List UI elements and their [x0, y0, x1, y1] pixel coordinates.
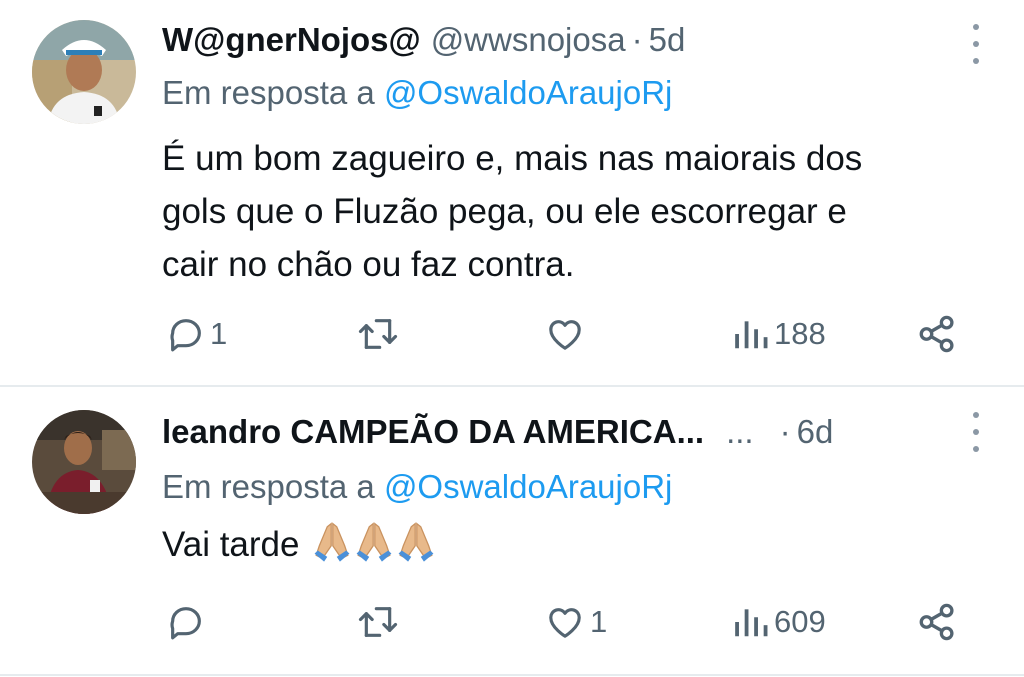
tweet-header: leandro CAMPEÃO DA AMERICA... ... · 6d	[162, 410, 833, 454]
user-handle[interactable]: ...	[726, 413, 754, 451]
reply-button[interactable]: 1	[166, 309, 227, 359]
retweet-button[interactable]	[356, 597, 404, 647]
view-count: 609	[774, 604, 826, 639]
like-count: 1	[590, 604, 608, 639]
display-name[interactable]: leandro CAMPEÃO DA AMERICA...	[162, 413, 704, 451]
timestamp[interactable]: 5d	[649, 21, 686, 59]
action-bar: 1 609	[0, 597, 1024, 647]
like-button[interactable]: 1	[544, 597, 607, 647]
heart-icon	[544, 314, 586, 354]
display-name[interactable]: W@gnerNojos@	[162, 21, 421, 59]
avatar[interactable]	[32, 20, 136, 124]
share-icon	[916, 601, 958, 643]
speech-bubble-icon	[166, 602, 206, 642]
tweet-text-line: gols que o Fluzão pega, ou ele escorrega…	[162, 192, 847, 231]
folded-hands-emoji	[313, 520, 351, 577]
tweet-text-line: É um bom zagueiro e, mais nas maiorais d…	[162, 139, 863, 178]
reply-mention-link[interactable]: @OswaldoAraujoRj	[384, 468, 672, 505]
reply-context: Em resposta a @OswaldoAraujoRj	[162, 74, 672, 112]
separator: ·	[631, 21, 643, 58]
timestamp[interactable]: 6d	[797, 413, 834, 451]
folded-hands-emoji	[355, 520, 393, 577]
tweet-text-line: cair no chão ou faz contra.	[162, 245, 575, 284]
folded-hands-emoji	[397, 520, 435, 577]
tweet-text: É um bom zagueiro e, mais nas maiorais d…	[162, 132, 982, 291]
reply-button[interactable]	[166, 597, 210, 647]
tweet-divider	[0, 674, 1024, 676]
tweet-header: W@gnerNojos@ @wwsnojosa · 5d	[162, 18, 685, 62]
action-bar: 1 188	[0, 309, 1024, 359]
vertical-dots-icon[interactable]	[972, 24, 980, 64]
reply-prefix: Em resposta a	[162, 468, 375, 505]
retweet-icon	[356, 314, 400, 354]
tweet-text: Vai tarde	[162, 518, 982, 577]
user-handle[interactable]: @wwsnojosa	[431, 21, 626, 59]
views-button[interactable]: 188	[732, 309, 826, 359]
tweet[interactable]: W@gnerNojos@ @wwsnojosa · 5d Em resposta…	[0, 0, 1024, 387]
tweet[interactable]: leandro CAMPEÃO DA AMERICA... ... · 6d E…	[0, 388, 1024, 677]
view-count: 188	[774, 316, 826, 351]
bar-chart-icon	[732, 314, 770, 354]
separator: ·	[779, 413, 791, 450]
tweet-text-content: Vai tarde	[162, 525, 300, 564]
views-button[interactable]: 609	[732, 597, 826, 647]
reply-context: Em resposta a @OswaldoAraujoRj	[162, 468, 672, 506]
heart-icon	[544, 602, 586, 642]
avatar[interactable]	[32, 410, 136, 514]
tweet-divider	[0, 385, 1024, 387]
speech-bubble-icon	[166, 314, 206, 354]
retweet-icon	[356, 602, 400, 642]
share-button[interactable]	[916, 309, 958, 359]
bar-chart-icon	[732, 602, 770, 642]
retweet-button[interactable]	[356, 309, 404, 359]
like-button[interactable]	[544, 309, 590, 359]
reply-mention-link[interactable]: @OswaldoAraujoRj	[384, 74, 672, 111]
reply-prefix: Em resposta a	[162, 74, 375, 111]
share-button[interactable]	[916, 597, 958, 647]
share-icon	[916, 313, 958, 355]
vertical-dots-icon[interactable]	[972, 412, 980, 452]
reply-count: 1	[210, 316, 228, 351]
